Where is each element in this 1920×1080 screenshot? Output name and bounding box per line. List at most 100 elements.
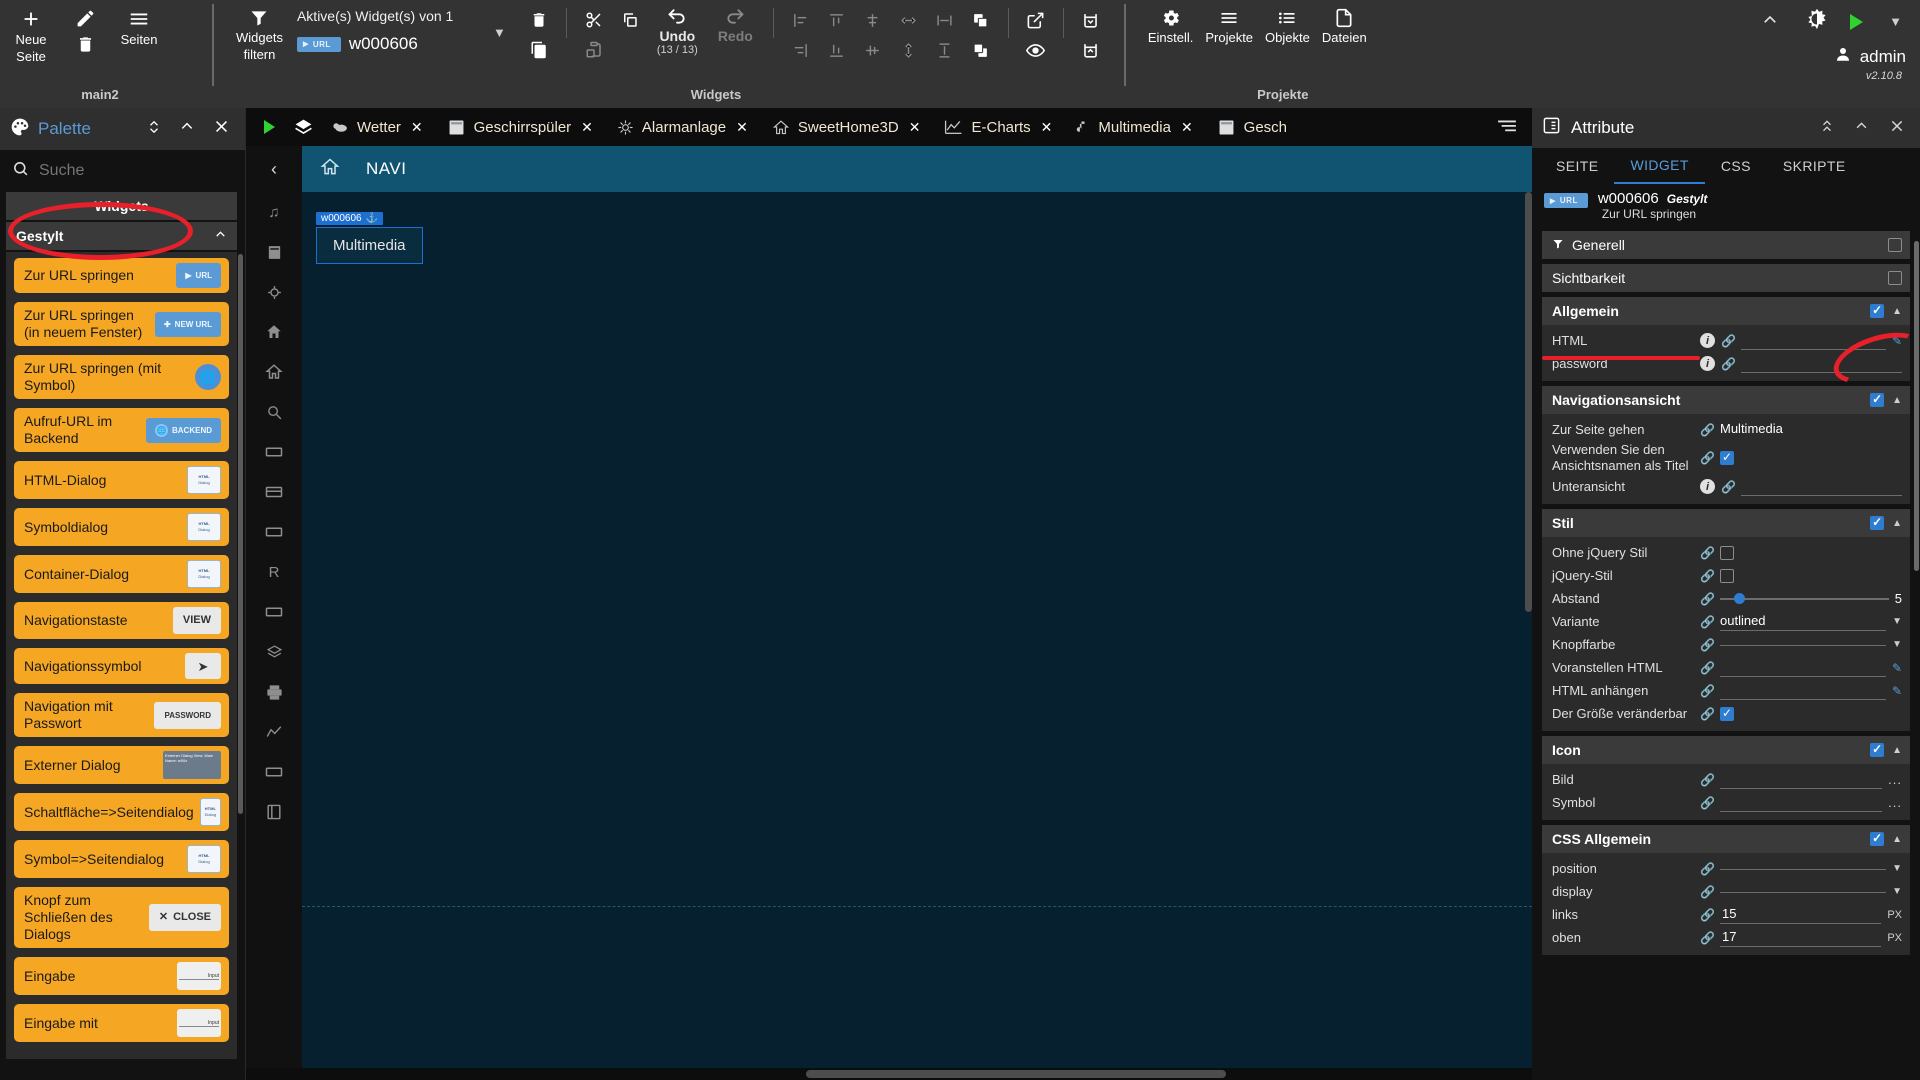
- attributes-close-icon[interactable]: [1884, 118, 1910, 138]
- close-tab-icon[interactable]: ✕: [909, 119, 921, 136]
- palette-item[interactable]: Eingabe Input: [14, 957, 229, 995]
- section-enable-checkbox[interactable]: [1888, 238, 1902, 252]
- palette-item[interactable]: Eingabe mit Input: [14, 1004, 229, 1042]
- section-enable-checkbox[interactable]: [1870, 515, 1885, 530]
- bind-link-icon[interactable]: 🔗: [1700, 707, 1715, 721]
- rail-panel5-icon[interactable]: [246, 752, 302, 792]
- section-header-sichtbarkeit[interactable]: Sichtbarkeit: [1542, 264, 1910, 292]
- palette-item[interactable]: Container-Dialog HTML Dialog: [14, 555, 229, 593]
- info-icon[interactable]: i: [1700, 356, 1715, 371]
- canvas-vertical-scrollbar[interactable]: [1525, 192, 1532, 612]
- theme-toggle-icon[interactable]: [1806, 8, 1828, 35]
- chevron-down-icon[interactable]: ▼: [1892, 639, 1902, 650]
- attribute-slider[interactable]: [1720, 591, 1889, 607]
- tabbar-menu-icon[interactable]: [1482, 117, 1532, 138]
- attributes-tab-css[interactable]: CSS: [1705, 148, 1767, 184]
- rail-r-icon[interactable]: R: [246, 552, 302, 592]
- attribute-text-input[interactable]: [1741, 354, 1902, 373]
- rail-book-icon[interactable]: [246, 792, 302, 832]
- chevron-up-icon[interactable]: ▲: [1892, 395, 1902, 406]
- bind-link-icon[interactable]: 🔗: [1700, 796, 1715, 810]
- export-button[interactable]: [1076, 36, 1106, 64]
- chevron-up-icon[interactable]: ▲: [1892, 834, 1902, 845]
- editor-tab[interactable]: E-Charts ✕: [932, 108, 1064, 146]
- distribute-horizontal-button[interactable]: [894, 6, 924, 34]
- attribute-dropdown-value[interactable]: [1720, 890, 1887, 893]
- run-view-icon[interactable]: [252, 120, 286, 134]
- attribute-text-input[interactable]: [1741, 331, 1886, 350]
- delete-page-icon[interactable]: [76, 35, 95, 54]
- active-widget-dropdown-caret[interactable]: ▼: [489, 21, 510, 44]
- rail-panel3-icon[interactable]: [246, 512, 302, 552]
- attribute-checkbox[interactable]: [1720, 450, 1734, 465]
- edit-pencil-icon[interactable]: ✎: [1892, 684, 1902, 698]
- attribute-checkbox[interactable]: [1720, 568, 1734, 583]
- attribute-text-input[interactable]: [1720, 681, 1886, 700]
- settings-button[interactable]: Einstell.: [1142, 0, 1200, 47]
- redo-button[interactable]: Redo: [708, 0, 763, 44]
- section-enable-checkbox[interactable]: [1870, 392, 1885, 407]
- rail-dishwasher-icon[interactable]: [246, 232, 302, 272]
- bind-link-icon[interactable]: 🔗: [1700, 546, 1715, 560]
- rail-panel2-icon[interactable]: [246, 472, 302, 512]
- bind-link-icon[interactable]: 🔗: [1700, 931, 1715, 945]
- attribute-dropdown-value[interactable]: [1720, 867, 1887, 870]
- section-header-stil[interactable]: Stil ▲: [1542, 509, 1910, 537]
- bind-link-icon[interactable]: 🔗: [1700, 615, 1715, 629]
- rail-search-icon[interactable]: [246, 392, 302, 432]
- attribute-dropdown-value[interactable]: [1720, 643, 1887, 646]
- import-button[interactable]: [1076, 6, 1106, 34]
- section-header-icon[interactable]: Icon ▲: [1542, 736, 1910, 764]
- bind-link-icon[interactable]: 🔗: [1700, 592, 1715, 606]
- section-header-css-allgemein[interactable]: CSS Allgemein ▲: [1542, 825, 1910, 853]
- selected-widget-on-canvas[interactable]: w000606 ⚓ Multimedia: [316, 208, 423, 264]
- attribute-text-input[interactable]: [1720, 793, 1883, 812]
- palette-item[interactable]: Navigationssymbol ➤: [14, 648, 229, 684]
- active-widget-row[interactable]: ▶ URL w000606: [296, 34, 483, 54]
- bind-link-icon[interactable]: 🔗: [1700, 569, 1715, 583]
- copy-button[interactable]: [615, 6, 645, 34]
- editor-tab[interactable]: SweetHome3D ✕: [760, 108, 933, 146]
- palette-category-widgets[interactable]: Widgets: [6, 192, 237, 220]
- section-header-generell[interactable]: Generell: [1542, 231, 1910, 259]
- editor-tab[interactable]: Gesch: [1205, 108, 1299, 146]
- pages-button[interactable]: Seiten: [112, 0, 166, 49]
- bind-link-icon[interactable]: 🔗: [1700, 773, 1715, 787]
- bind-link-icon[interactable]: 🔗: [1721, 480, 1736, 494]
- selected-widget-box[interactable]: Multimedia: [316, 227, 423, 264]
- distribute-vertical-button[interactable]: [894, 36, 924, 64]
- align-left-button[interactable]: [786, 6, 816, 34]
- collapse-toolbar-icon[interactable]: [1756, 11, 1784, 33]
- info-icon[interactable]: i: [1700, 479, 1715, 494]
- collapse-rail-icon[interactable]: ‹: [246, 146, 302, 192]
- chevron-up-icon[interactable]: ▲: [1892, 745, 1902, 756]
- close-tab-icon[interactable]: ✕: [581, 119, 593, 136]
- close-tab-icon[interactable]: ✕: [736, 119, 748, 136]
- info-icon[interactable]: i: [1700, 333, 1715, 348]
- edit-pencil-icon[interactable]: ✎: [1892, 334, 1902, 348]
- rail-music-icon[interactable]: ♫: [246, 192, 302, 232]
- attribute-text-input[interactable]: [1720, 928, 1882, 947]
- toolbar-more-caret[interactable]: ▼: [1885, 10, 1906, 33]
- edit-page-button[interactable]: [58, 0, 112, 56]
- navi-home-icon[interactable]: [320, 157, 340, 182]
- bind-link-icon[interactable]: 🔗: [1700, 423, 1715, 437]
- preview-button[interactable]: [1021, 36, 1051, 64]
- attribute-text-input[interactable]: [1720, 658, 1886, 677]
- objects-button[interactable]: Objekte: [1259, 0, 1316, 47]
- bind-link-icon[interactable]: 🔗: [1721, 334, 1736, 348]
- bind-link-icon[interactable]: 🔗: [1700, 661, 1715, 675]
- canvas-hscroll-thumb[interactable]: [806, 1070, 1226, 1078]
- palette-item[interactable]: Navigation mit Passwort PASSWORD: [14, 693, 229, 737]
- fit-width-button[interactable]: [930, 6, 960, 34]
- rail-home-icon[interactable]: [246, 312, 302, 352]
- send-to-back-button[interactable]: [966, 36, 996, 64]
- files-button[interactable]: Dateien: [1316, 0, 1373, 47]
- section-header-navigationsansicht[interactable]: Navigationsansicht ▲: [1542, 386, 1910, 414]
- palette-item[interactable]: Knopf zum Schließen des Dialogs ✕ CLOSE: [14, 887, 229, 948]
- chevron-up-icon[interactable]: [214, 228, 227, 244]
- attributes-scrollbar[interactable]: [1914, 241, 1919, 571]
- attribute-checkbox[interactable]: [1720, 545, 1734, 560]
- palette-item[interactable]: Schaltfläche=>Seitendialog HTML Dialog: [14, 793, 229, 831]
- duplicate-widget-button[interactable]: [524, 36, 554, 64]
